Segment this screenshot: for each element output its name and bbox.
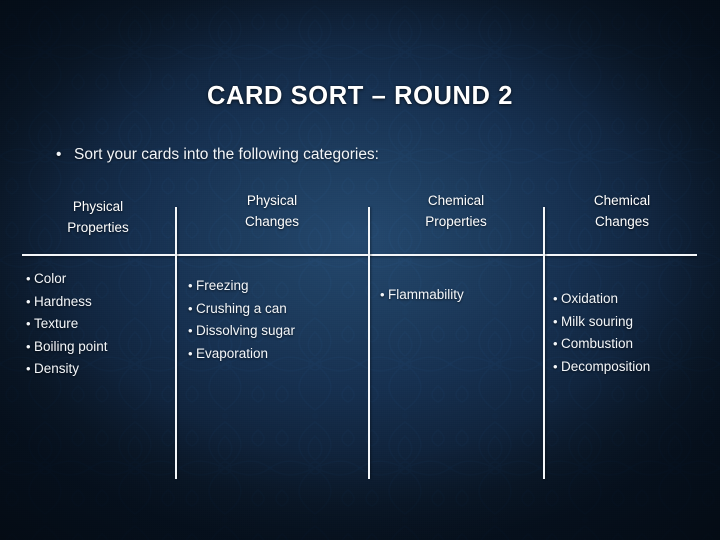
column-divider-1 <box>175 207 177 479</box>
list-bullet-icon: • <box>553 336 558 351</box>
column-list-chemical-changes: • Oxidation • Milk souring • Combustion • De… <box>553 288 650 378</box>
list-item-label: Decomposition <box>561 358 651 374</box>
list-bullet-icon: • <box>188 323 193 338</box>
list-bullet-icon: • <box>553 291 558 306</box>
list-item: • Boiling point <box>26 336 108 359</box>
column-header-line2: Properties <box>67 220 129 235</box>
list-bullet-icon: • <box>26 338 31 354</box>
list-item-label: Boiling point <box>34 338 108 354</box>
list-item: • Combustion <box>553 333 650 356</box>
list-bullet-icon: • <box>26 293 31 309</box>
list-item: • Hardness <box>26 291 108 314</box>
list-item-label: Freezing <box>196 278 249 293</box>
slide-canvas: CARD SORT – ROUND 2 • Sort your cards int… <box>0 0 720 540</box>
list-item: • Crushing a can <box>188 298 295 321</box>
list-bullet-icon: • <box>553 313 558 329</box>
list-bullet-icon: • <box>26 361 31 376</box>
list-item-label: Dissolving sugar <box>196 323 296 338</box>
column-list-chemical-properties: • Flammability <box>380 284 464 307</box>
list-bullet-icon: • <box>188 300 193 316</box>
list-item: • Freezing <box>188 275 295 298</box>
list-item: • Density <box>26 358 108 381</box>
list-item-label: Color <box>34 271 67 286</box>
column-header-physical-changes: Physical Changes <box>178 190 366 232</box>
list-item: • Color <box>26 268 108 291</box>
list-bullet-icon: • <box>188 278 193 293</box>
list-item: • Dissolving sugar <box>188 320 295 343</box>
list-item-label: Density <box>34 361 80 376</box>
slide-subtitle: • Sort your cards into the following cate… <box>56 146 379 164</box>
list-item-label: Crushing a can <box>196 300 287 316</box>
list-item: • Milk souring <box>553 311 650 334</box>
column-divider-2 <box>368 207 370 479</box>
list-item-label: Combustion <box>561 336 634 351</box>
list-item: • Texture <box>26 313 108 336</box>
subtitle-bullet-icon: • <box>56 146 62 163</box>
column-header-line2: Changes <box>244 214 300 229</box>
list-item-label: Flammability <box>388 287 464 302</box>
list-bullet-icon: • <box>380 287 385 302</box>
column-header-chemical-properties: Chemical Properties <box>372 190 540 232</box>
column-divider-3 <box>543 207 545 479</box>
column-header-line1: Physical <box>246 193 298 208</box>
column-list-physical-properties: • Color • Hardness • Texture • Boiling point… <box>26 268 108 381</box>
list-bullet-icon: • <box>188 345 193 361</box>
slide-title: CARD SORT – ROUND 2 <box>206 82 514 110</box>
list-item: • Flammability <box>380 284 464 307</box>
list-bullet-icon: • <box>26 271 31 286</box>
column-header-line1: Physical <box>72 199 124 214</box>
subtitle-text: Sort your cards into the following categ… <box>74 146 379 163</box>
column-header-physical-properties: Physical Properties <box>22 196 174 238</box>
list-bullet-icon: • <box>26 316 31 331</box>
list-item: • Evaporation <box>188 343 295 366</box>
list-item-label: Hardness <box>34 293 92 309</box>
list-item: • Decomposition <box>553 356 650 379</box>
column-header-line2: Properties <box>425 214 487 229</box>
list-item-label: Milk souring <box>561 313 634 329</box>
list-item-label: Evaporation <box>196 345 269 361</box>
list-item: • Oxidation <box>553 288 650 311</box>
list-item-label: Oxidation <box>561 291 619 306</box>
list-item-label: Texture <box>34 316 79 331</box>
header-divider-horizontal-rule <box>22 254 697 256</box>
list-bullet-icon: • <box>553 358 558 374</box>
column-header-line1: Chemical <box>593 193 651 208</box>
column-header-line1: Chemical <box>427 193 485 208</box>
column-list-physical-changes: • Freezing • Crushing a can • Dissolving su… <box>188 275 295 365</box>
column-header-chemical-changes: Chemical Changes <box>547 190 697 232</box>
column-header-line2: Changes <box>594 214 650 229</box>
